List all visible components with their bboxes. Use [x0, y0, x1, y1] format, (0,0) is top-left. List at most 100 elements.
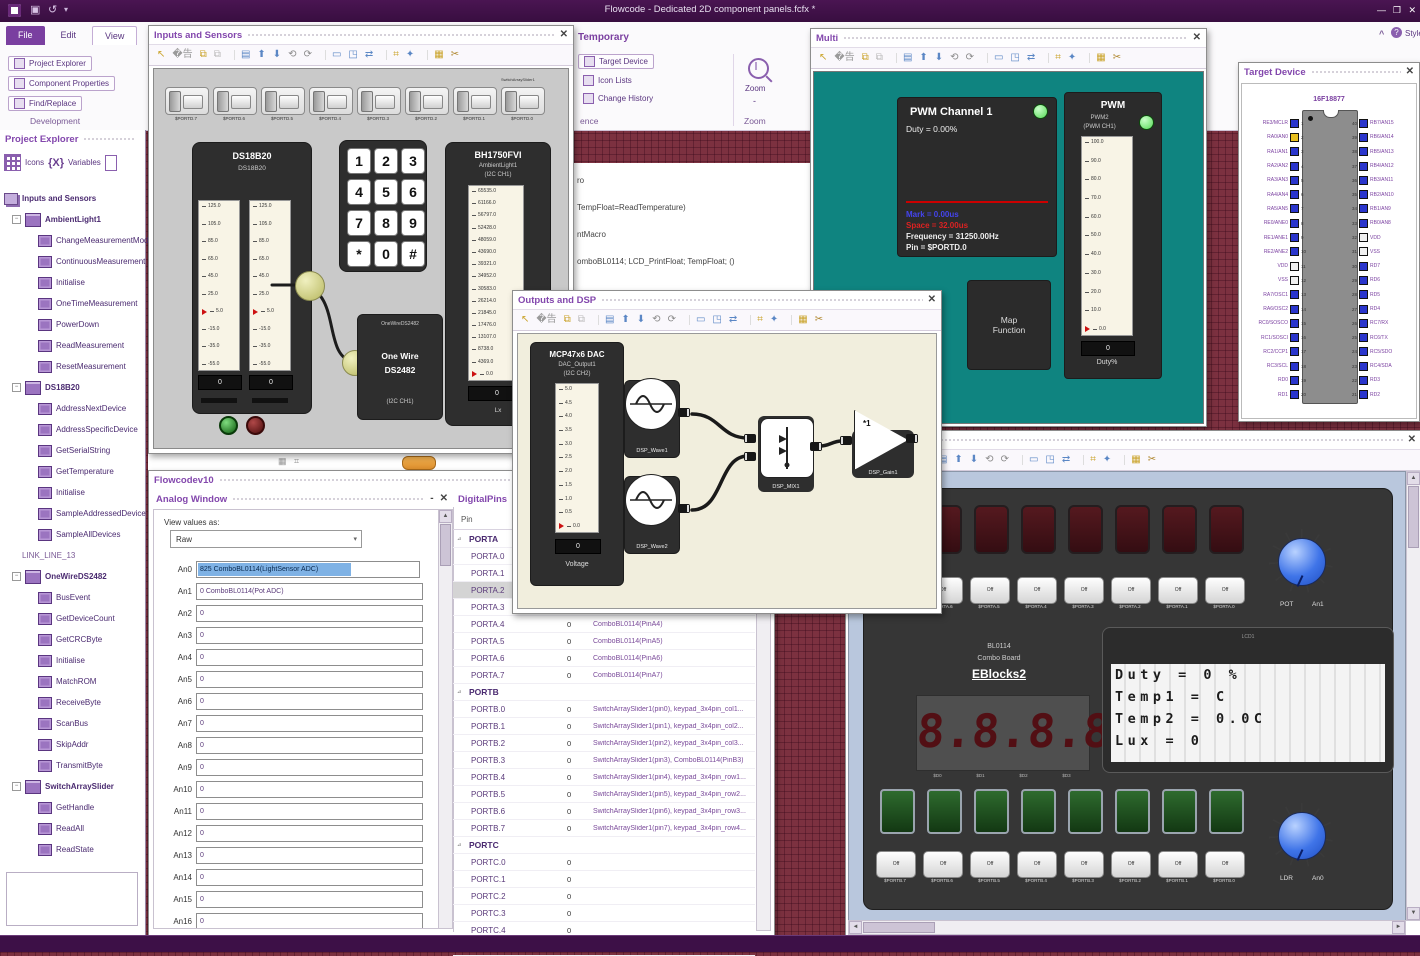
keypad-key-8[interactable]: 8 — [374, 210, 398, 236]
pin-square[interactable] — [1359, 390, 1368, 400]
tree-item-readstate[interactable]: ReadState — [4, 839, 144, 860]
tree-item-powerdown[interactable]: PowerDown — [4, 314, 144, 335]
pin-square[interactable] — [1290, 147, 1299, 157]
board-button--porta-5[interactable]: Off — [970, 577, 1010, 604]
digital-row-porta-7[interactable]: PORTA.7 0 ComboBL0114(PinA7) — [453, 667, 755, 684]
group-arrow-icon[interactable]: ⊿ — [453, 536, 469, 542]
toolbar-icon-8[interactable]: ⟳ — [1001, 455, 1009, 465]
analog-input[interactable]: 0 — [196, 912, 423, 928]
toolbar-icon-7[interactable]: ⟲ — [985, 455, 993, 465]
pot-knob[interactable] — [1278, 538, 1326, 586]
board-button--portb-6[interactable]: Off — [923, 851, 963, 878]
pin-square[interactable] — [1290, 204, 1299, 214]
scroll-thumb[interactable] — [863, 922, 935, 933]
tree-item-onewireds2482[interactable]: − OneWireDS2482 — [4, 566, 144, 587]
pin-square[interactable] — [1290, 347, 1299, 357]
board-button--portb-5[interactable]: Off — [970, 851, 1010, 878]
digital-row-portc-1[interactable]: PORTC.1 0 — [453, 871, 755, 888]
toolbar-icon-2[interactable]: ⧉ — [200, 50, 207, 60]
scroll-down-icon[interactable]: ▼ — [1407, 907, 1420, 920]
pin-square[interactable] — [1359, 233, 1368, 243]
wire-connector-1[interactable] — [295, 271, 325, 301]
pin-square[interactable] — [1290, 132, 1299, 142]
digital-row-portb-6[interactable]: PORTB.6 0 SwitchArraySlider1(pin6), keypad… — [453, 803, 755, 820]
close-icon[interactable]: ✕ — [1193, 33, 1201, 43]
toolbar-icon-13[interactable]: ✦ — [770, 315, 778, 325]
pin-square[interactable] — [1290, 261, 1299, 271]
group-arrow-icon[interactable]: ⊿ — [453, 689, 469, 695]
board-button--portb-0[interactable]: Off — [1205, 851, 1245, 878]
toolbar-icon-12[interactable]: ⌗ — [1048, 53, 1061, 63]
toolbar-icon-13[interactable]: ✦ — [406, 50, 414, 60]
gain-output-plug[interactable] — [906, 434, 918, 443]
digital-row-portb-5[interactable]: PORTB.5 0 SwitchArraySlider1(pin5), keypad… — [453, 786, 755, 803]
zoom-minus[interactable]: - — [753, 96, 756, 106]
ds18b20-component[interactable]: DS18B20 DS18B20 125.0 105.0 85.0 65.0 45.0 25… — [192, 142, 312, 414]
toolbar-icon-0[interactable]: ↖ — [819, 53, 827, 63]
toolbar-icon-12[interactable]: ⌗ — [750, 315, 763, 325]
toolbar-icon-8[interactable]: ⟳ — [304, 50, 312, 60]
digital-row-porta-6[interactable]: PORTA.6 0 ComboBL0114(PinA6) — [453, 650, 755, 667]
close-icon[interactable]: ✕ — [1406, 67, 1414, 77]
board-button--portb-1[interactable]: Off — [1158, 851, 1198, 878]
close-button[interactable]: ✕ — [1408, 5, 1416, 16]
toolbar-icon-3[interactable]: ⧉ — [876, 53, 883, 63]
tree-item-changemeasurementmode[interactable]: ChangeMeasurementMode — [4, 230, 153, 251]
keypad-key-0[interactable]: 0 — [374, 241, 398, 267]
tree-item-initialise[interactable]: Initialise — [4, 482, 144, 503]
tree-item-transmitbyte[interactable]: TransmitByte — [4, 755, 144, 776]
pin-square[interactable] — [1359, 318, 1368, 328]
digital-row-portb-0[interactable]: PORTB.0 0 SwitchArraySlider1(pin0), keypad… — [453, 701, 755, 718]
tree-item-sampleaddresseddevice[interactable]: SampleAddressedDevice — [4, 503, 146, 524]
analog-input[interactable]: 0 — [196, 846, 423, 864]
pin-square[interactable] — [1290, 304, 1299, 314]
analog-scrollbar[interactable]: ▲ — [438, 509, 453, 929]
analog-input[interactable]: 0 — [196, 824, 423, 842]
pin-square[interactable] — [1359, 290, 1368, 300]
toolbar-icon-4[interactable]: ▤ — [597, 315, 614, 325]
tree-item-getcrcbyte[interactable]: GetCRCByte — [4, 629, 144, 650]
icons-grid-icon[interactable] — [4, 154, 21, 171]
toolbar-icon-5[interactable]: ⬆ — [919, 53, 927, 63]
tree-item-inputs-and-sensors[interactable]: Inputs and Sensors — [4, 188, 144, 209]
toolbar-icon-11[interactable]: ⇄ — [729, 315, 737, 325]
wave2-output-plug[interactable] — [678, 504, 690, 513]
dsp-mix-box[interactable] — [760, 418, 814, 478]
toolbar-icon-9[interactable]: ▭ — [1021, 455, 1038, 465]
analog-input[interactable]: 0 — [196, 868, 423, 886]
toolbar-icon-2[interactable]: ⧉ — [862, 53, 869, 63]
minimize-icon[interactable]: - — [430, 494, 433, 504]
toolbar-icon-3[interactable]: ⧉ — [214, 50, 221, 60]
tree-item-getserialstring[interactable]: GetSerialString — [4, 440, 144, 461]
ribbon-collapse-icon[interactable]: ^ — [1379, 29, 1384, 39]
toolbar-icon-11[interactable]: ⇄ — [1062, 455, 1070, 465]
tree-item-receivebyte[interactable]: ReceiveByte — [4, 692, 144, 713]
wave1-output-plug[interactable] — [678, 408, 690, 417]
analog-input[interactable]: 0 — [196, 890, 423, 908]
pin-square[interactable] — [1359, 333, 1368, 343]
scroll-up-icon[interactable]: ▲ — [1407, 472, 1420, 485]
pin-square[interactable] — [1359, 247, 1368, 257]
toolbar-icon-9[interactable]: ▭ — [324, 50, 341, 60]
style-label[interactable]: Style — [1405, 29, 1420, 38]
ds18b20-slider-2[interactable]: 125.0 105.0 85.0 65.0 45.0 25.0 5.0 -15.0 -35.0 -… — [249, 200, 291, 371]
help-icon[interactable]: ? — [1391, 27, 1402, 38]
toolbar-icon-9[interactable]: ▭ — [986, 53, 1003, 63]
digital-row-portb-3[interactable]: PORTB.3 0 SwitchArraySlider1(pin3), ComboB… — [453, 752, 755, 769]
toolbar-icon-4[interactable]: ▤ — [233, 50, 250, 60]
onewire-component[interactable]: OneWireDS2482 One Wire DS2482 (I2C CH1) — [357, 314, 443, 420]
analog-header[interactable]: Analog Window - ✕ — [151, 491, 453, 507]
view-item-2[interactable]: Change History — [578, 92, 658, 105]
close-icon[interactable]: ✕ — [928, 295, 936, 305]
tree-item-addressspecificdevice[interactable]: AddressSpecificDevice — [4, 419, 144, 440]
dac-slider[interactable]: 5.0 4.5 4.0 3.5 3.0 2.5 2.0 1.5 1.0 0.5 0.0 — [555, 383, 599, 533]
toolbar-icon-10[interactable]: ◳ — [1010, 53, 1019, 63]
toolbar-icon-1[interactable]: �告 — [172, 50, 192, 60]
toolbar-icon-13[interactable]: ✦ — [1103, 455, 1111, 465]
board-hscrollbar[interactable]: ◄ ► — [848, 920, 1406, 935]
toolbar-icon-7[interactable]: ⟲ — [950, 53, 958, 63]
tab-view[interactable]: View — [92, 26, 138, 45]
board-button--porta-1[interactable]: Off — [1158, 577, 1198, 604]
toolbar-icon-0[interactable]: ↖ — [157, 50, 165, 60]
ribbon-button-1[interactable]: Component Properties — [8, 76, 116, 91]
